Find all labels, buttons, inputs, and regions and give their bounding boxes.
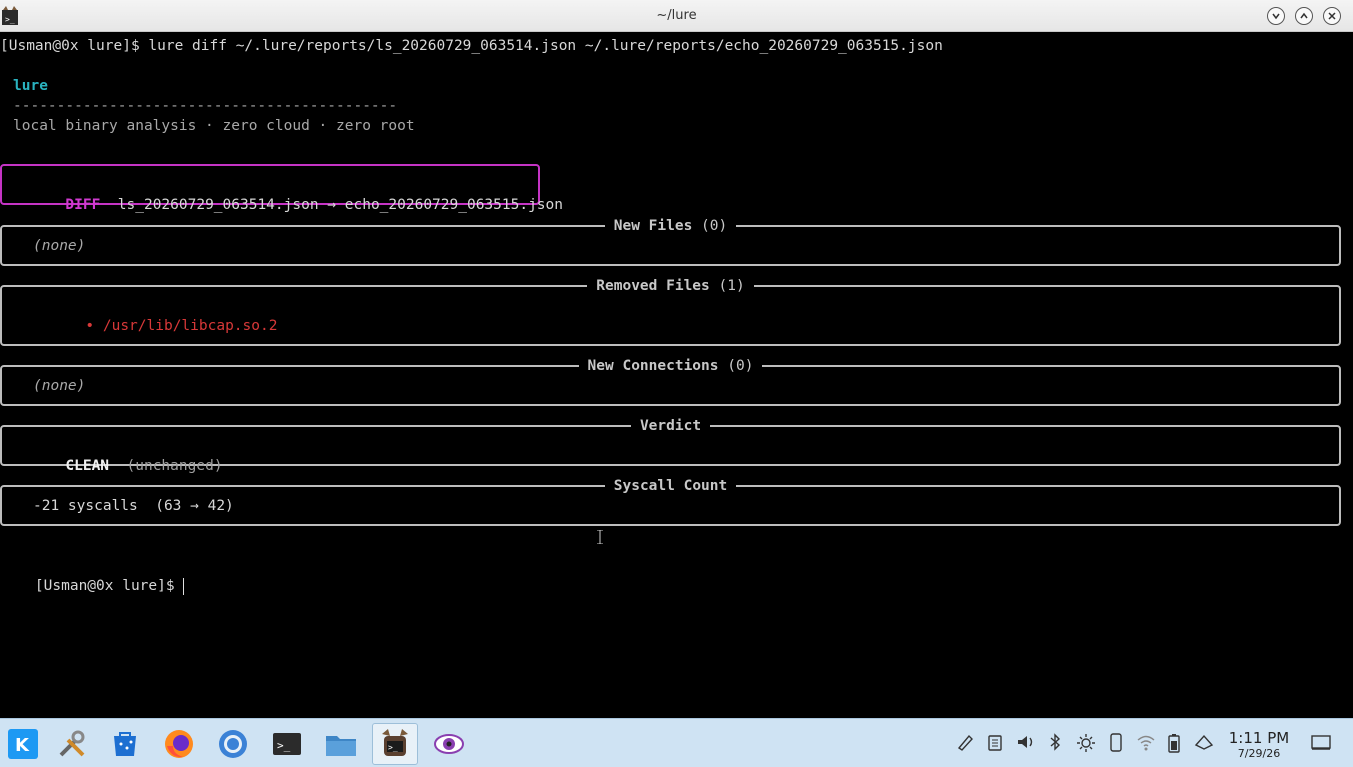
panel-title: New Connections [587, 358, 719, 374]
svg-text:K: K [15, 735, 30, 756]
file-manager-icon[interactable] [318, 723, 364, 765]
discover-icon[interactable] [102, 723, 148, 765]
syscall-count-value: -21 syscalls (63 → 42) [33, 498, 234, 514]
brightness-icon[interactable] [1076, 733, 1096, 753]
banner-tagline: local binary analysis · zero cloud · zer… [13, 118, 415, 134]
panel-body: (none) [33, 238, 86, 254]
panel-title: New Files [613, 218, 693, 234]
mouse-ibeam-cursor-icon [597, 530, 603, 544]
new-connections-panel: New Connections (0) (none) [0, 358, 1341, 406]
removed-file-item: /usr/lib/libcap.so.2 [102, 318, 278, 334]
shell-prompt: [Usman@0x lure]$ [34, 578, 184, 594]
diff-files: ls_20260729_063514.json → echo_20260729_… [117, 197, 563, 213]
verdict-panel: Verdict CLEAN (unchanged) [0, 418, 1341, 474]
window-title: ~/lure [656, 8, 697, 23]
wifi-icon[interactable] [1136, 733, 1156, 751]
kde-menu-icon[interactable]: K [0, 723, 46, 765]
firefox-icon[interactable] [156, 723, 202, 765]
terminal-icon[interactable]: >_ [264, 723, 310, 765]
lure-terminal-icon[interactable]: >_ [372, 723, 418, 765]
panel-count: (0) [727, 358, 754, 374]
command-line: [Usman@0x lure]$ lure diff ~/.lure/repor… [0, 38, 943, 54]
banner-name: lure [13, 78, 48, 94]
removed-files-panel: Removed Files (1) • /usr/lib/libcap.so.2 [0, 278, 1341, 346]
minimize-button[interactable] [1267, 7, 1285, 25]
settings-tools-icon[interactable] [49, 723, 95, 765]
new-files-panel: New Files (0) (none) [0, 218, 1341, 266]
phone-icon[interactable] [1108, 733, 1124, 753]
volume-icon[interactable] [1016, 733, 1036, 751]
network-icon[interactable] [1194, 733, 1214, 751]
verdict-note: (unchanged) [126, 458, 223, 474]
clock-date: 7/29/26 [1237, 747, 1281, 760]
panel-body: (none) [33, 378, 86, 394]
show-desktop-icon[interactable] [1311, 735, 1331, 751]
chevron-up-icon [1300, 12, 1308, 19]
chrome-icon[interactable] [210, 723, 256, 765]
close-icon [1328, 12, 1336, 20]
panel-count: (0) [701, 218, 728, 234]
clock[interactable]: 1:11 PM 7/29/26 [1225, 729, 1293, 761]
verdict-value: CLEAN [65, 458, 110, 474]
window-titlebar[interactable]: >_ ~/lure [0, 0, 1353, 32]
svg-text:>_: >_ [388, 743, 398, 752]
close-button[interactable] [1323, 7, 1341, 25]
taskbar: K >_ >_ 1:11 PM 7/29/26 [0, 718, 1353, 767]
text-cursor [183, 577, 185, 595]
clock-time: 1:11 PM [1228, 729, 1290, 747]
maximize-button[interactable] [1295, 7, 1313, 25]
diff-header-box: DIFF ls_20260729_063514.json → echo_2026… [0, 164, 563, 213]
bluetooth-icon[interactable] [1046, 733, 1064, 751]
svg-text:>_: >_ [277, 739, 291, 752]
pen-icon[interactable] [956, 733, 974, 751]
chevron-down-icon [1272, 13, 1280, 20]
clipboard-icon[interactable] [986, 733, 1004, 751]
eye-app-icon[interactable] [426, 723, 472, 765]
panel-title: Removed Files [596, 278, 710, 294]
diff-tag: DIFF [65, 197, 101, 213]
panel-title: Verdict [639, 418, 702, 434]
banner-rule: ----------------------------------------… [13, 98, 398, 114]
syscall-count-panel: Syscall Count -21 syscalls (63 → 42) [0, 478, 1341, 526]
terminal-view[interactable]: [Usman@0x lure]$ lure diff ~/.lure/repor… [0, 33, 1353, 718]
bullet-icon: • [85, 318, 95, 334]
battery-icon[interactable] [1166, 733, 1182, 753]
panel-title: Syscall Count [613, 478, 728, 494]
panel-count: (1) [718, 278, 745, 294]
